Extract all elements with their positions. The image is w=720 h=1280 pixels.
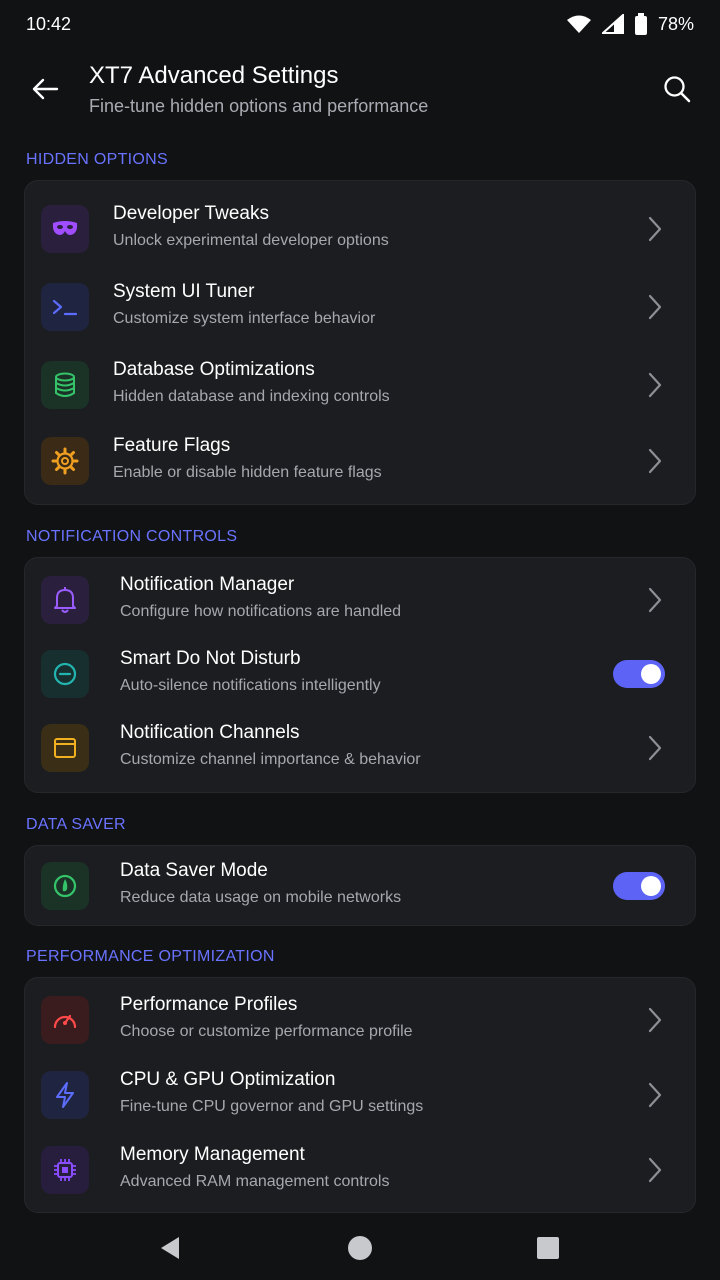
chevron-right-icon bbox=[648, 372, 662, 398]
item-title: Memory Management bbox=[120, 1144, 305, 1165]
triangle-back-icon bbox=[161, 1237, 179, 1259]
section-header-notification-controls: NOTIFICATION CONTROLS bbox=[26, 528, 238, 545]
square-recents-icon bbox=[537, 1237, 559, 1259]
item-subtitle: Reduce data usage on mobile networks bbox=[120, 889, 402, 906]
chevron-right-icon bbox=[648, 1157, 662, 1183]
item-title: Data Saver Mode bbox=[120, 860, 268, 881]
nav-back-button[interactable] bbox=[154, 1232, 186, 1264]
battery-icon bbox=[634, 13, 648, 35]
settings-item-cpu-gpu-optimization[interactable]: CPU & GPU Optimization Fine-tune CPU gov… bbox=[25, 1057, 695, 1133]
item-subtitle: Enable or disable hidden feature flags bbox=[113, 464, 382, 481]
settings-item-notification-manager[interactable]: Notification Manager Configure how notif… bbox=[25, 562, 695, 638]
app-bar: XT7 Advanced Settings Fine-tune hidden o… bbox=[0, 56, 720, 128]
search-icon bbox=[664, 76, 691, 103]
chevron-right-icon bbox=[648, 1082, 662, 1108]
window-icon bbox=[41, 724, 89, 772]
dnd-icon bbox=[41, 650, 89, 698]
chevron-right-icon bbox=[648, 735, 662, 761]
item-title: Performance Profiles bbox=[120, 994, 298, 1015]
chevron-right-icon bbox=[648, 587, 662, 613]
cellular-signal-icon bbox=[601, 14, 624, 34]
toggle-knob bbox=[641, 664, 661, 684]
mask-icon bbox=[41, 205, 89, 253]
item-subtitle: Auto-silence notifications intelligently bbox=[120, 677, 381, 694]
page-subtitle: Fine-tune hidden options and performance bbox=[89, 96, 429, 116]
card-notification-controls: Notification Manager Configure how notif… bbox=[24, 557, 696, 793]
section-header-performance-optimization: PERFORMANCE OPTIMIZATION bbox=[26, 948, 275, 965]
settings-item-feature-flags[interactable]: Feature Flags Enable or disable hidden f… bbox=[25, 423, 695, 499]
item-title: Smart Do Not Disturb bbox=[120, 648, 301, 669]
item-subtitle: Unlock experimental developer options bbox=[113, 232, 389, 249]
card-hidden-options: Developer Tweaks Unlock experimental dev… bbox=[24, 180, 696, 505]
nav-recents-button[interactable] bbox=[532, 1232, 564, 1264]
data-saver-icon bbox=[41, 862, 89, 910]
bolt-icon bbox=[41, 1071, 89, 1119]
search-button[interactable] bbox=[658, 70, 696, 108]
back-button[interactable] bbox=[26, 70, 64, 108]
system-nav-bar bbox=[0, 1216, 720, 1280]
data-saver-toggle[interactable] bbox=[613, 872, 665, 900]
item-subtitle: Choose or customize performance profile bbox=[120, 1023, 413, 1040]
item-subtitle: Customize system interface behavior bbox=[113, 310, 376, 327]
item-title: Notification Manager bbox=[120, 574, 295, 595]
chevron-right-icon bbox=[648, 294, 662, 320]
item-subtitle: Advanced RAM management controls bbox=[120, 1173, 390, 1190]
item-title: Feature Flags bbox=[113, 435, 231, 456]
status-bar: 10:42 78% bbox=[0, 0, 720, 48]
item-title: Notification Channels bbox=[120, 722, 300, 743]
nav-home-button[interactable] bbox=[344, 1232, 376, 1264]
chevron-right-icon bbox=[648, 1007, 662, 1033]
item-subtitle: Configure how notifications are handled bbox=[120, 603, 402, 620]
settings-item-smart-do-not-disturb: Smart Do Not Disturb Auto-silence notifi… bbox=[25, 636, 695, 712]
settings-item-notification-channels[interactable]: Notification Channels Customize channel … bbox=[25, 710, 695, 786]
card-performance-optimization: Performance Profiles Choose or customize… bbox=[24, 977, 696, 1213]
arrow-left-icon bbox=[32, 78, 59, 100]
item-title: System UI Tuner bbox=[113, 281, 255, 302]
card-data-saver: Data Saver Mode Reduce data usage on mob… bbox=[24, 845, 696, 926]
settings-item-system-ui-tuner[interactable]: System UI Tuner Customize system interfa… bbox=[25, 269, 695, 345]
speedometer-icon bbox=[41, 996, 89, 1044]
settings-item-database-optimizations[interactable]: Database Optimizations Hidden database a… bbox=[25, 347, 695, 423]
settings-item-performance-profiles[interactable]: Performance Profiles Choose or customize… bbox=[25, 982, 695, 1058]
item-subtitle: Fine-tune CPU governor and GPU settings bbox=[120, 1098, 424, 1115]
smart-dnd-toggle[interactable] bbox=[613, 660, 665, 688]
toggle-knob bbox=[641, 876, 661, 896]
chip-icon bbox=[41, 1146, 89, 1194]
status-time: 10:42 bbox=[26, 13, 72, 34]
battery-level: 78% bbox=[657, 13, 694, 34]
bell-icon bbox=[41, 576, 89, 624]
terminal-icon bbox=[41, 283, 89, 331]
status-icons: 78% bbox=[566, 13, 694, 35]
item-subtitle: Customize channel importance & behavior bbox=[120, 751, 421, 768]
item-title: Developer Tweaks bbox=[113, 203, 269, 224]
item-subtitle: Hidden database and indexing controls bbox=[113, 388, 390, 405]
settings-item-developer-tweaks[interactable]: Developer Tweaks Unlock experimental dev… bbox=[25, 191, 695, 267]
wifi-icon bbox=[566, 14, 592, 34]
circle-home-icon bbox=[348, 1236, 372, 1260]
database-icon bbox=[41, 361, 89, 409]
item-title: CPU & GPU Optimization bbox=[120, 1069, 336, 1090]
settings-item-data-saver-mode: Data Saver Mode Reduce data usage on mob… bbox=[25, 848, 695, 924]
settings-item-memory-management[interactable]: Memory Management Advanced RAM managemen… bbox=[25, 1132, 695, 1208]
chevron-right-icon bbox=[648, 216, 662, 242]
chevron-right-icon bbox=[648, 448, 662, 474]
page-title: XT7 Advanced Settings bbox=[89, 62, 339, 89]
section-header-data-saver: DATA SAVER bbox=[26, 816, 126, 833]
item-title: Database Optimizations bbox=[113, 359, 315, 380]
section-header-hidden-options: HIDDEN OPTIONS bbox=[26, 151, 168, 168]
gear-icon bbox=[41, 437, 89, 485]
